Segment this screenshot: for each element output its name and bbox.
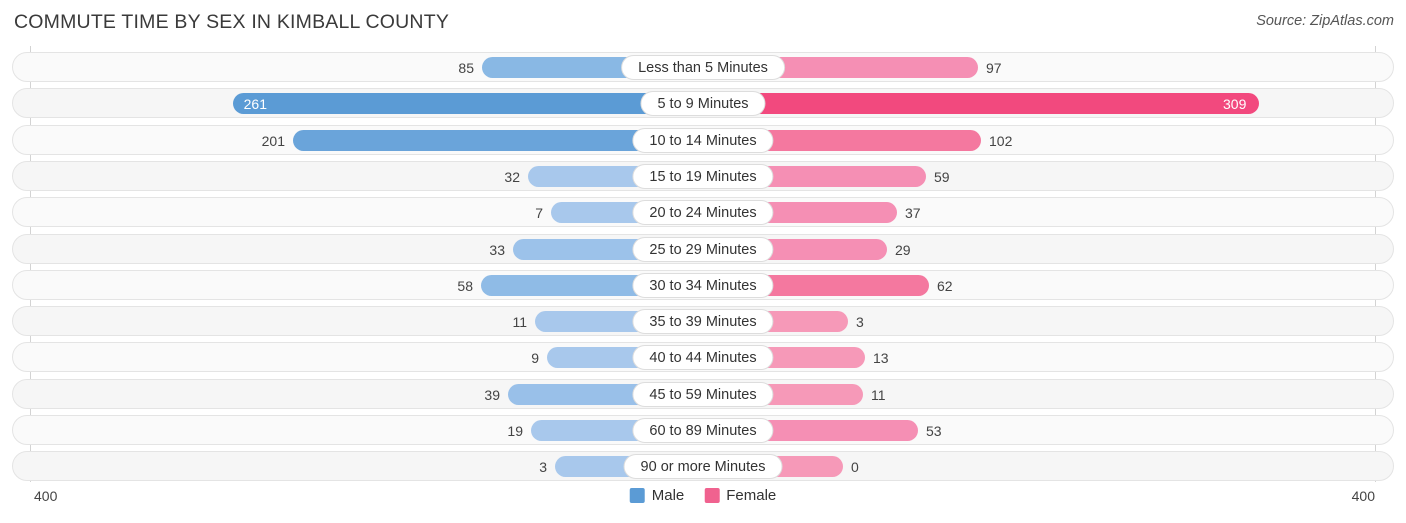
category-label: 90 or more Minutes — [623, 454, 783, 480]
category-label: 30 to 34 Minutes — [632, 272, 774, 298]
table-row[interactable]: 58 62 30 to 34 Minutes — [12, 269, 1394, 300]
value-label-male: 33 — [489, 241, 505, 258]
value-label-female: 102 — [989, 132, 1013, 149]
value-label-male: 7 — [535, 205, 543, 222]
value-label-male: 201 — [261, 132, 285, 149]
category-label: 20 to 24 Minutes — [632, 200, 774, 226]
value-label-male: 32 — [504, 168, 520, 185]
source-attribution: Source: ZipAtlas.com — [1256, 13, 1394, 29]
chart-plot-area: 85 97 Less than 5 Minutes 261 309 5 to 9 Minu… — [0, 44, 1406, 482]
axis-max-right: 400 — [1351, 488, 1375, 504]
value-label-male: 11 — [512, 314, 527, 331]
page-title: COMMUTE TIME BY SEX IN KIMBALL COUNTY — [14, 11, 450, 33]
category-label: 35 to 39 Minutes — [632, 309, 774, 335]
category-label: 40 to 44 Minutes — [632, 345, 774, 371]
value-label-female: 29 — [895, 241, 911, 258]
category-label: 15 to 19 Minutes — [632, 163, 774, 189]
value-label-male: 85 — [458, 60, 474, 76]
legend-label: Male — [651, 487, 685, 504]
table-row[interactable]: 201 102 10 to 14 Minutes — [12, 124, 1394, 155]
category-label: 45 to 59 Minutes — [632, 381, 774, 407]
value-label-male: 39 — [484, 386, 500, 403]
value-label-male: 19 — [507, 423, 523, 439]
value-label-male: 58 — [457, 277, 473, 294]
table-row[interactable]: 261 309 5 to 9 Minutes — [12, 88, 1394, 119]
table-row[interactable]: 33 29 25 to 29 Minutes — [12, 233, 1394, 264]
table-row[interactable]: 3 0 90 or more Minutes — [12, 451, 1394, 482]
value-label-female: 0 — [851, 459, 859, 476]
value-label-male: 261 — [243, 96, 267, 113]
legend-swatch-icon — [704, 488, 720, 503]
category-label: 5 to 9 Minutes — [640, 91, 766, 117]
bar-male — [233, 93, 703, 115]
table-row[interactable]: 19 53 60 to 89 Minutes — [12, 415, 1394, 445]
legend-item-female[interactable]: Female — [704, 487, 776, 504]
axis-max-left: 400 — [34, 488, 58, 504]
table-row[interactable]: 7 37 20 to 24 Minutes — [12, 197, 1394, 228]
value-label-female: 11 — [871, 386, 886, 403]
category-label: 25 to 29 Minutes — [632, 236, 774, 262]
table-row[interactable]: 32 59 15 to 19 Minutes — [12, 160, 1394, 191]
value-label-female: 62 — [937, 277, 953, 294]
table-row[interactable]: 39 11 45 to 59 Minutes — [12, 378, 1394, 409]
value-label-male: 3 — [539, 459, 547, 476]
value-label-female: 59 — [934, 168, 950, 185]
chart-footer: 400 400 Male Female — [0, 482, 1406, 523]
legend-swatch-icon — [629, 488, 645, 503]
legend-label: Female — [726, 487, 777, 504]
value-label-female: 37 — [905, 205, 921, 222]
table-row[interactable]: 11 3 35 to 39 Minutes — [12, 306, 1394, 337]
chart-legend: Male Female — [629, 487, 776, 504]
table-row[interactable]: 9 13 40 to 44 Minutes — [12, 342, 1394, 373]
value-label-female: 309 — [1223, 96, 1247, 113]
value-label-male: 9 — [531, 350, 539, 367]
table-row[interactable]: 85 97 Less than 5 Minutes — [12, 52, 1394, 82]
category-label: 10 to 14 Minutes — [632, 127, 774, 153]
value-label-female: 3 — [856, 314, 864, 331]
legend-item-male[interactable]: Male — [629, 487, 685, 504]
bar-female — [703, 93, 1259, 115]
category-label: 60 to 89 Minutes — [632, 418, 774, 443]
value-label-female: 53 — [926, 423, 942, 439]
value-label-female: 97 — [986, 60, 1002, 76]
chart-header: COMMUTE TIME BY SEX IN KIMBALL COUNTY So… — [0, 0, 1406, 44]
value-label-female: 13 — [873, 350, 889, 367]
category-label: Less than 5 Minutes — [621, 55, 785, 80]
